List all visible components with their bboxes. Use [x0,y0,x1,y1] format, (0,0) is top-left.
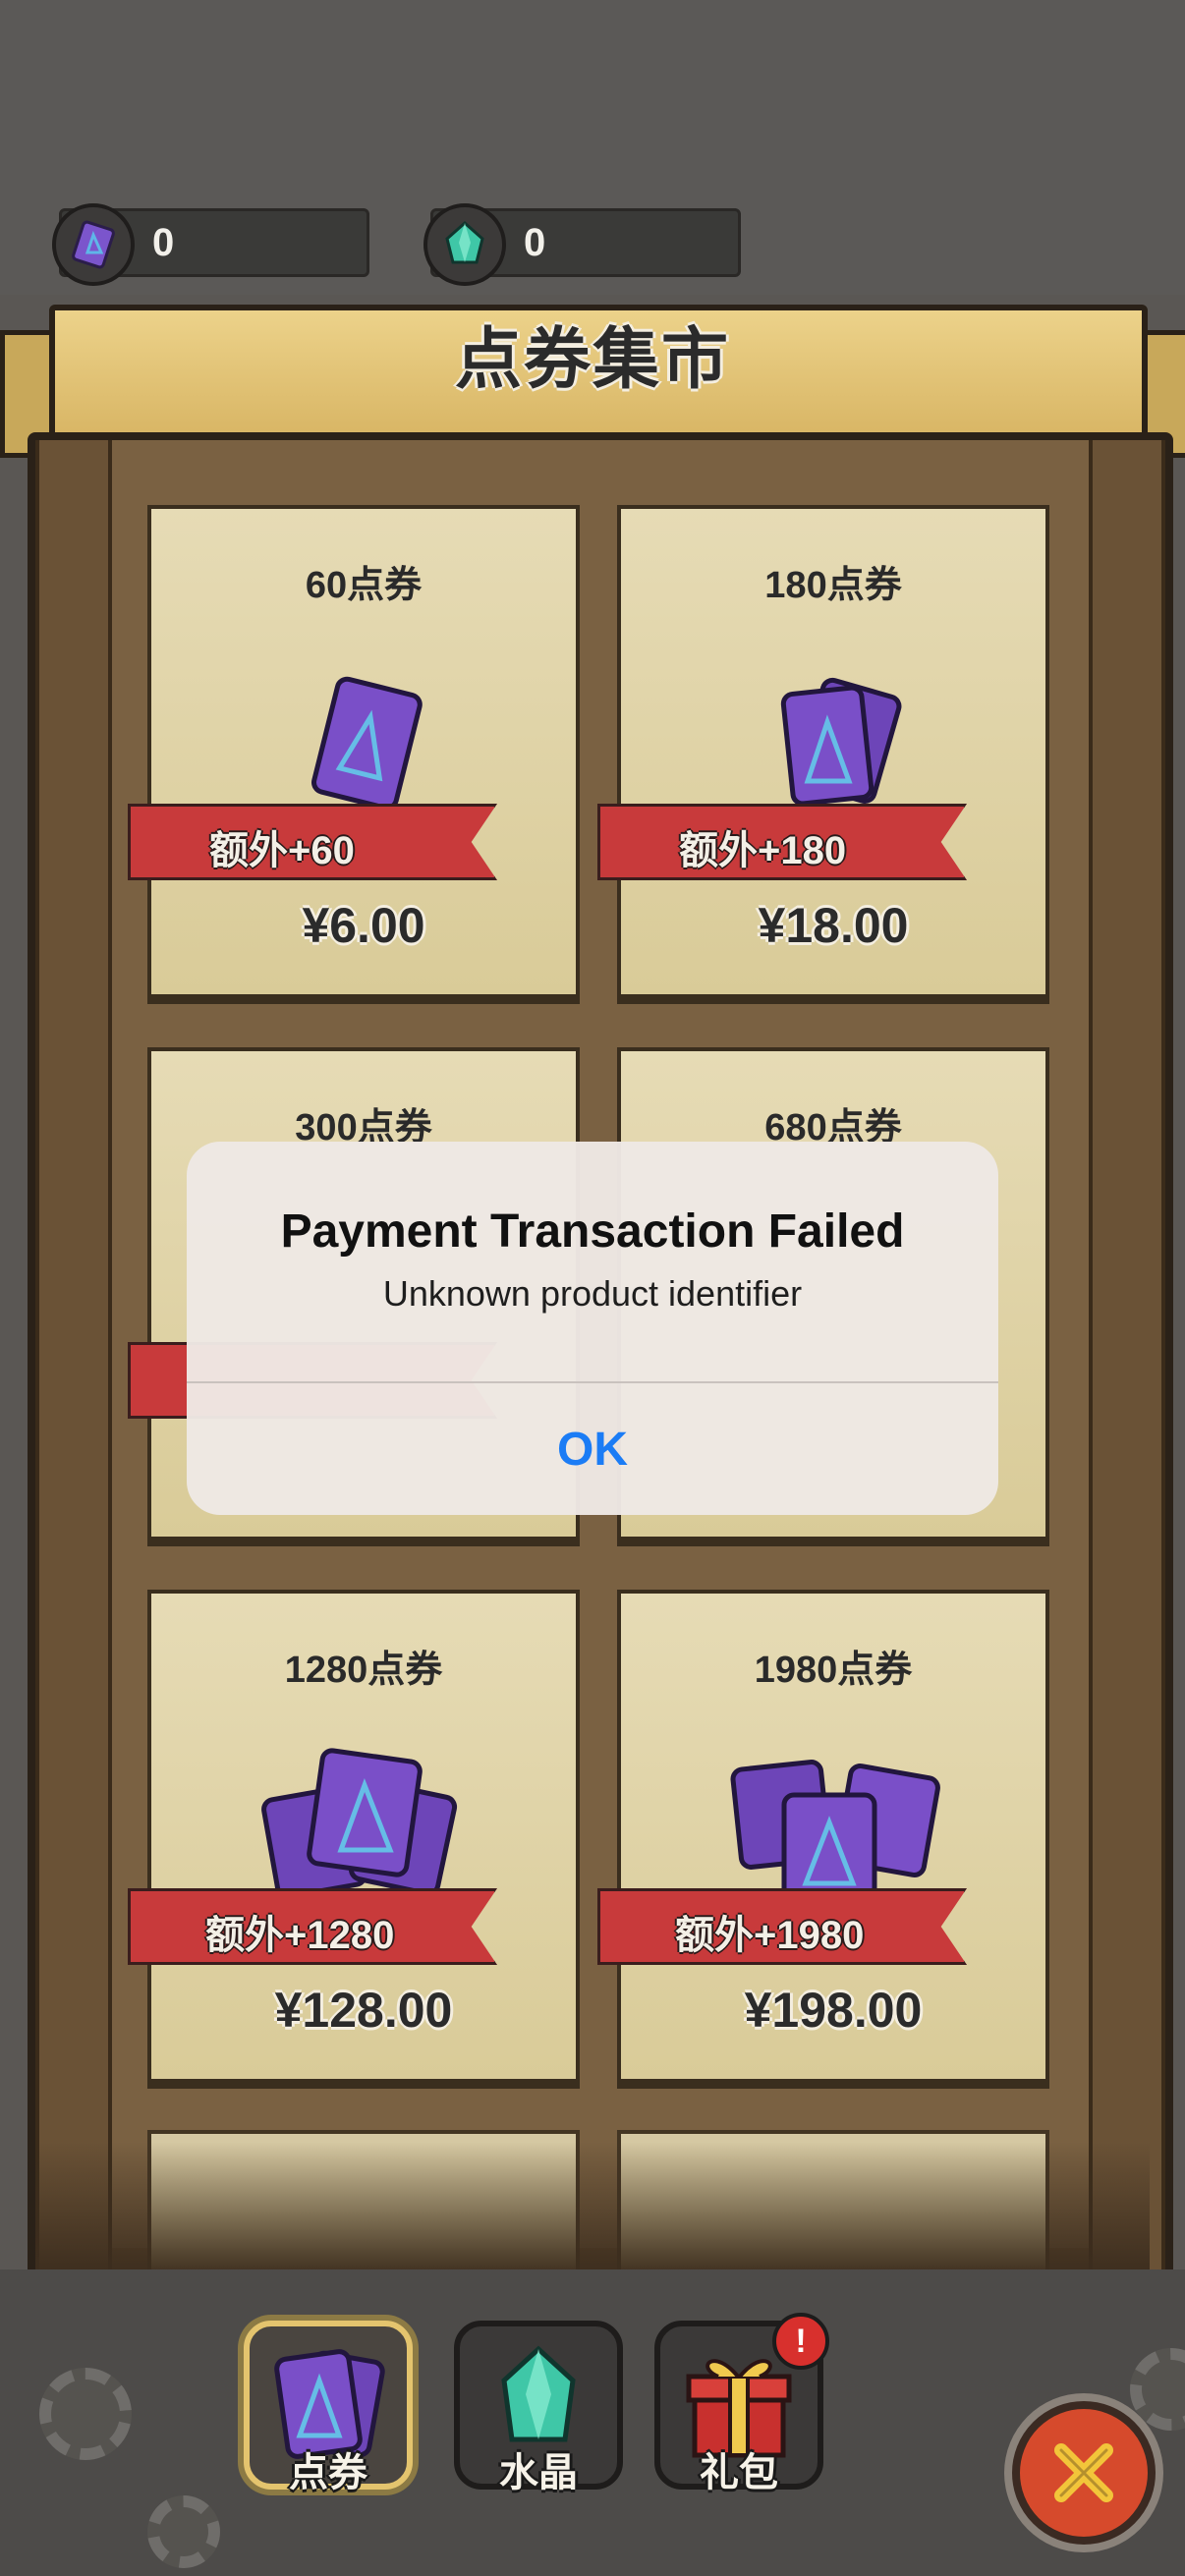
notification-badge: ! [772,2313,829,2370]
product-name: 60点券 [305,565,423,606]
tab-label: 礼包 [700,2451,778,2494]
product-card-1980[interactable]: 1980点券 额外+1980 ¥198.00 [597,1590,1049,2083]
crystal-currency-counter[interactable]: 0 [423,203,741,286]
product-name: 1280点券 [284,1650,443,1691]
alert-title: Payment Transaction Failed [280,1205,905,1258]
ticket-card-icon [52,203,135,286]
bonus-ribbon: 额外+1280 [128,1888,497,1965]
tab-tickets[interactable]: 点券 [244,2321,413,2494]
bonus-label: 额外+1280 [205,1914,395,1957]
product-name: 180点券 [764,565,902,606]
bonus-ribbon: 额外+180 [597,804,967,880]
board-right-pillar [1089,440,1165,2277]
payment-failed-alert: Payment Transaction Failed Unknown produ… [187,1142,998,1515]
price-label: ¥18.00 [758,898,909,953]
bonus-label: 额外+180 [679,829,847,872]
bonus-ribbon: 额外+1980 [597,1888,967,1965]
board-left-pillar [35,440,112,2277]
page-title: 点券集市 [454,322,730,397]
gear-decoration-icon [39,2368,132,2460]
close-icon [1054,2443,1113,2502]
product-card-1280[interactable]: 1280点券 额外+1280 ¥128.00 [128,1590,580,2083]
tab-label: 水晶 [499,2451,578,2494]
bonus-ribbon: 额外+60 [128,804,497,880]
tab-label: 点券 [289,2451,367,2494]
price-label: ¥198.00 [744,1983,923,2038]
tab-crystals[interactable]: 水晶 [454,2321,623,2494]
price-label: ¥128.00 [274,1983,453,2038]
close-button[interactable] [1012,2401,1156,2545]
scroll-fade [35,2142,1150,2269]
bonus-label: 额外+1980 [675,1914,865,1957]
product-name: 1980点券 [754,1650,913,1691]
product-card-180[interactable]: 180点券 额外+180 ¥18.00 [597,505,1049,998]
crystal-icon [423,203,506,286]
product-card-60[interactable]: 60点券 额外+60 ¥6.00 [128,505,580,998]
price-label: ¥6.00 [302,898,425,953]
gear-decoration-icon [147,2495,220,2568]
crystal-count: 0 [524,221,546,264]
ok-button[interactable]: OK [187,1383,998,1515]
ticket-count: 0 [152,221,175,264]
ticket-currency-counter[interactable]: 0 [52,203,369,286]
alert-message: Unknown product identifier [382,1273,803,1314]
bonus-label: 额外+60 [209,829,355,872]
tab-gift-packs[interactable]: ! 礼包 [654,2313,829,2494]
